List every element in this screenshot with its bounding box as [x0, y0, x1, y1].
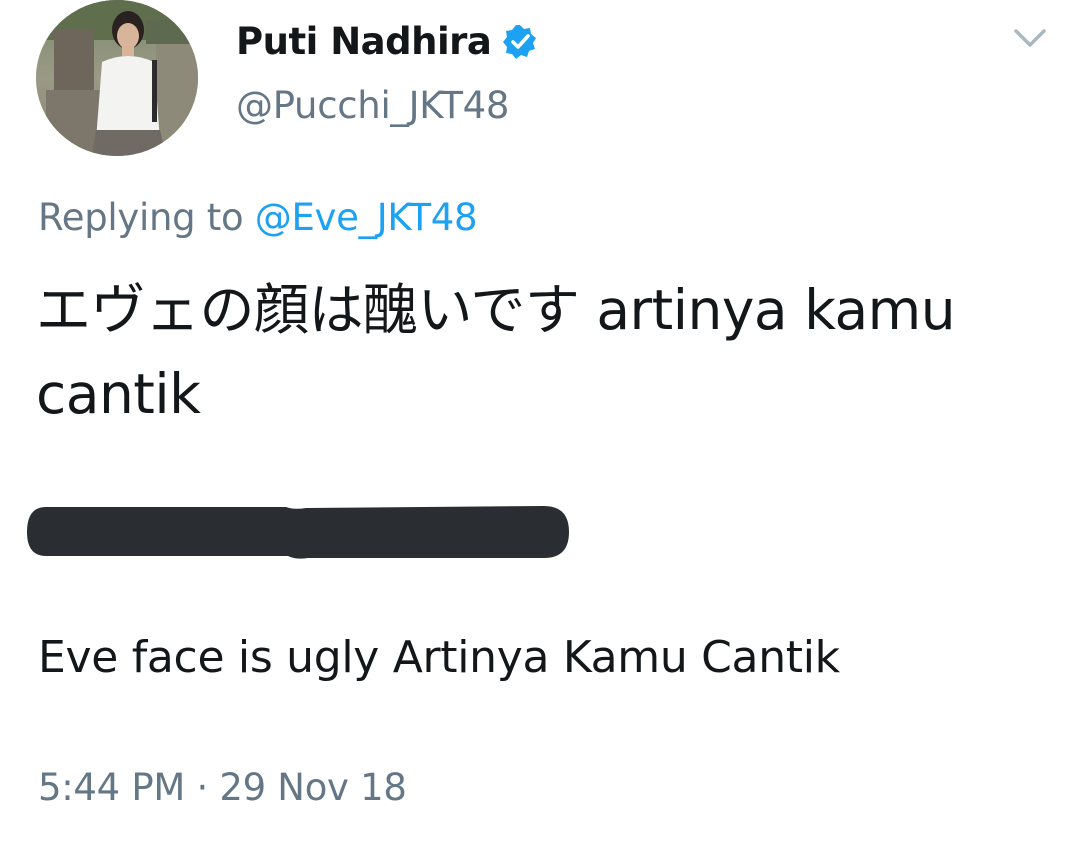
reply-prefix: Replying to	[38, 196, 255, 239]
author-display-name-row[interactable]: Puti Nadhira	[236, 20, 539, 63]
author-display-name[interactable]: Puti Nadhira	[236, 20, 492, 63]
reply-mention-link[interactable]: @Eve_JKT48	[255, 196, 478, 239]
chevron-down-icon[interactable]	[1012, 26, 1048, 50]
redaction-mark	[26, 506, 570, 560]
profile-photo	[36, 0, 198, 156]
translation-text: Eve face is ugly Artinya Kamu Cantik	[38, 632, 840, 683]
replying-to-line: Replying to @Eve_JKT48	[38, 196, 478, 239]
author-handle[interactable]: @Pucchi_JKT48	[236, 84, 509, 127]
tweet-text: エヴェの顔は醜いです artinya kamu cantik	[36, 278, 956, 426]
avatar[interactable]	[36, 0, 198, 156]
tweet-timestamp[interactable]: 5:44 PM · 29 Nov 18	[38, 766, 407, 809]
verified-badge-icon	[501, 23, 539, 61]
